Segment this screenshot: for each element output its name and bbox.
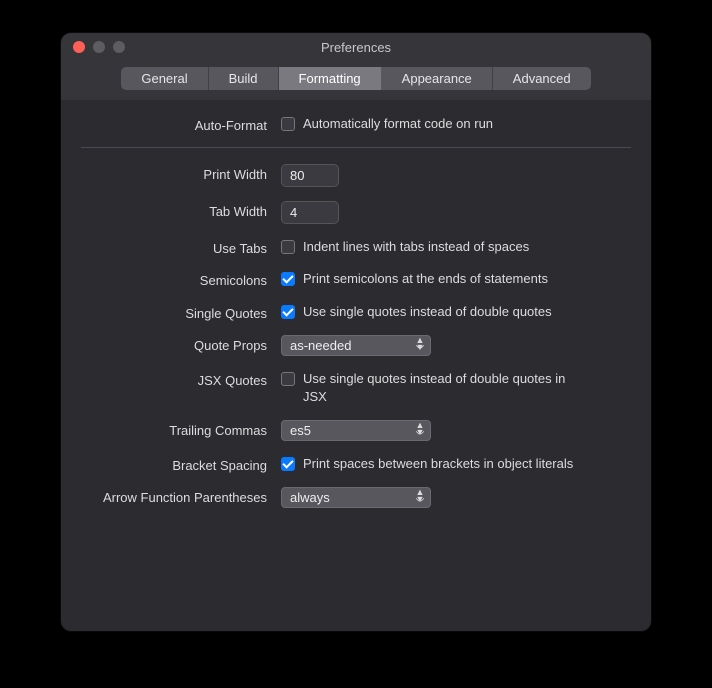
row-trailing-commas: Trailing Commas nonees5all ▲▼: [81, 420, 631, 441]
tab-formatting[interactable]: Formatting: [279, 67, 382, 90]
select-wrap-arrow-parens: alwaysavoid ▲▼: [281, 487, 431, 508]
row-quote-props: Quote Props as-neededconsistentpreserve …: [81, 335, 631, 356]
label-quote-props: Quote Props: [81, 335, 281, 353]
label-auto-format: Auto-Format: [81, 115, 281, 133]
form-content: Auto-Format Automatically format code on…: [61, 101, 651, 542]
label-single-quotes: Single Quotes: [81, 303, 281, 321]
row-use-tabs: Use Tabs Indent lines with tabs instead …: [81, 238, 631, 256]
label-trailing-commas: Trailing Commas: [81, 420, 281, 438]
checkbox-label-auto-format[interactable]: Automatically format code on run: [303, 115, 493, 133]
row-tab-width: Tab Width: [81, 201, 631, 224]
checkbox-auto-format[interactable]: [281, 117, 295, 131]
divider: [81, 147, 631, 148]
tab-advanced[interactable]: Advanced: [493, 67, 591, 90]
row-bracket-spacing: Bracket Spacing Print spaces between bra…: [81, 455, 631, 473]
checkbox-label-semicolons[interactable]: Print semicolons at the ends of statemen…: [303, 270, 548, 288]
preferences-window: Preferences General Build Formatting App…: [61, 33, 651, 631]
window-title: Preferences: [61, 40, 651, 55]
checkbox-label-use-tabs[interactable]: Indent lines with tabs instead of spaces: [303, 238, 529, 256]
close-icon[interactable]: [73, 41, 85, 53]
checkbox-label-jsx-quotes[interactable]: Use single quotes instead of double quot…: [303, 370, 581, 406]
label-use-tabs: Use Tabs: [81, 238, 281, 256]
minimize-icon[interactable]: [93, 41, 105, 53]
checkbox-label-single-quotes[interactable]: Use single quotes instead of double quot…: [303, 303, 552, 321]
checkbox-bracket-spacing[interactable]: [281, 457, 295, 471]
checkbox-single-quotes[interactable]: [281, 305, 295, 319]
checkbox-jsx-quotes[interactable]: [281, 372, 295, 386]
tab-appearance[interactable]: Appearance: [382, 67, 493, 90]
tabs: General Build Formatting Appearance Adva…: [121, 67, 590, 90]
label-semicolons: Semicolons: [81, 270, 281, 288]
window-controls: [61, 41, 125, 53]
select-wrap-trailing-commas: nonees5all ▲▼: [281, 420, 431, 441]
tab-general[interactable]: General: [121, 67, 208, 90]
input-print-width[interactable]: [281, 164, 339, 187]
tab-build[interactable]: Build: [209, 67, 279, 90]
label-bracket-spacing: Bracket Spacing: [81, 455, 281, 473]
label-jsx-quotes: JSX Quotes: [81, 370, 281, 388]
select-quote-props[interactable]: as-neededconsistentpreserve: [281, 335, 431, 356]
label-arrow-parens: Arrow Function Parentheses: [81, 487, 281, 505]
checkbox-use-tabs[interactable]: [281, 240, 295, 254]
checkbox-semicolons[interactable]: [281, 272, 295, 286]
row-auto-format: Auto-Format Automatically format code on…: [81, 115, 631, 133]
row-jsx-quotes: JSX Quotes Use single quotes instead of …: [81, 370, 631, 406]
select-wrap-quote-props: as-neededconsistentpreserve ▲▼: [281, 335, 431, 356]
select-trailing-commas[interactable]: nonees5all: [281, 420, 431, 441]
titlebar: Preferences: [61, 33, 651, 61]
row-print-width: Print Width: [81, 164, 631, 187]
label-tab-width: Tab Width: [81, 201, 281, 219]
select-arrow-parens[interactable]: alwaysavoid: [281, 487, 431, 508]
row-semicolons: Semicolons Print semicolons at the ends …: [81, 270, 631, 288]
tabs-bar: General Build Formatting Appearance Adva…: [61, 61, 651, 101]
row-arrow-parens: Arrow Function Parentheses alwaysavoid ▲…: [81, 487, 631, 508]
label-print-width: Print Width: [81, 164, 281, 182]
checkbox-label-bracket-spacing[interactable]: Print spaces between brackets in object …: [303, 455, 573, 473]
input-tab-width[interactable]: [281, 201, 339, 224]
row-single-quotes: Single Quotes Use single quotes instead …: [81, 303, 631, 321]
maximize-icon[interactable]: [113, 41, 125, 53]
